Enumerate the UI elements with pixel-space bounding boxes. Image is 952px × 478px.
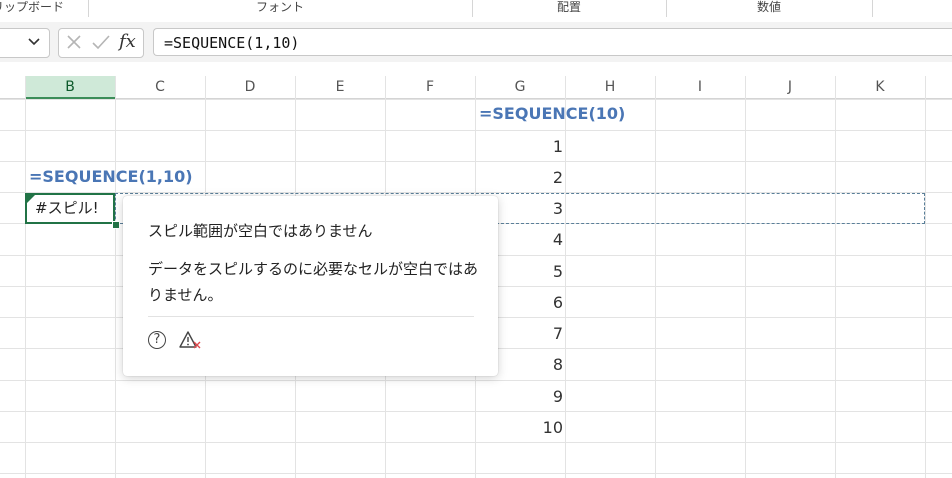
name-box[interactable] (0, 28, 50, 58)
column-header-j[interactable]: J (745, 76, 835, 99)
column-header-d[interactable]: D (205, 76, 295, 99)
ribbon-group-labels: リップボード フォント 配置 数値 (0, 0, 952, 23)
active-cell-spill-error[interactable]: #スピル! (25, 193, 115, 224)
tooltip-title: スピル範囲が空白ではありません (148, 222, 373, 240)
spill-error-text: #スピル! (35, 199, 99, 217)
cell-g-value[interactable]: 10 (476, 412, 563, 443)
column-header-c[interactable]: C (115, 76, 205, 99)
enter-check-icon[interactable] (91, 32, 111, 57)
warning-error-icon[interactable] (179, 330, 203, 350)
tooltip-body: データをスピルするのに必要なセルが空白ではありません。 (148, 260, 479, 304)
column-header-l[interactable] (925, 76, 952, 99)
cell-g-value[interactable]: 9 (476, 381, 563, 412)
column-header-i[interactable]: I (655, 76, 745, 99)
help-icon[interactable]: ? (148, 331, 166, 349)
ribbon-group-font: フォント (255, 0, 304, 14)
column-header-b[interactable]: B (25, 76, 115, 99)
insert-function-button[interactable]: fx (119, 32, 136, 52)
sequence-column-formula-label: =SEQUENCE(10) (479, 104, 626, 123)
formula-tools: fx (58, 28, 144, 58)
cell-g-value[interactable]: 2 (476, 162, 563, 193)
formula-input[interactable]: =SEQUENCE(1,10) (153, 28, 952, 56)
column-header-f[interactable]: F (385, 76, 475, 99)
column-header-k[interactable]: K (835, 76, 925, 99)
select-all-corner[interactable] (0, 76, 25, 99)
ribbon-group-clipboard: リップボード (0, 0, 65, 14)
ribbon-group-number: 数値 (756, 0, 781, 14)
chevron-down-icon[interactable] (27, 34, 41, 52)
ribbon-group-alignment: 配置 (556, 0, 581, 14)
column-header-e[interactable]: E (295, 76, 385, 99)
column-header-h[interactable]: H (565, 76, 655, 99)
cell-g-value[interactable]: 1 (476, 131, 563, 162)
error-indicator-triangle-icon (27, 195, 35, 203)
tooltip-divider (148, 316, 474, 317)
spill-error-tooltip: スピル範囲が空白ではありません データをスピルするのに必要なセルが空白ではありま… (123, 196, 498, 376)
cancel-icon[interactable] (65, 32, 83, 57)
sequence-row-formula-label: =SEQUENCE(1,10) (29, 167, 193, 186)
fill-handle[interactable] (112, 221, 120, 229)
formula-bar-row: fx =SEQUENCE(1,10) (0, 22, 952, 62)
column-header-g[interactable]: G (475, 76, 565, 99)
ribbon-separator (872, 0, 873, 17)
